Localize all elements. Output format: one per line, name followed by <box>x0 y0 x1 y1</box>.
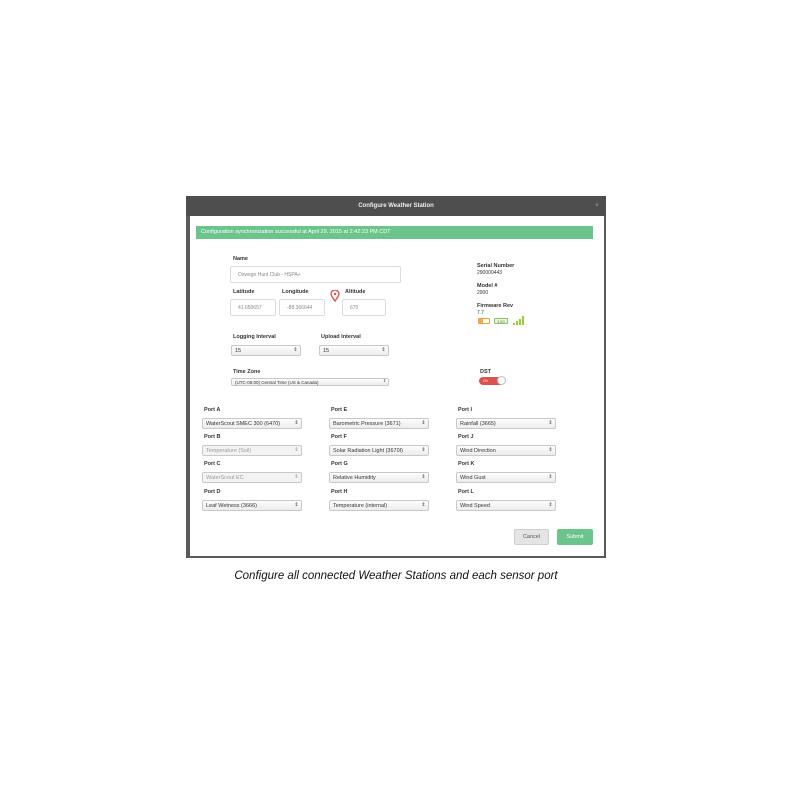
port-j-select[interactable]: Wind Direction <box>456 445 556 456</box>
name-label: Name <box>233 256 248 262</box>
port-k-select[interactable]: Wind Gust <box>456 472 556 483</box>
dst-toggle-state: On <box>483 379 488 383</box>
port-label: Port I <box>458 407 473 413</box>
up-down-arrow-icon: ⇕ <box>421 474 426 480</box>
altitude-input[interactable]: 670 <box>342 299 386 316</box>
sync-success-banner: Configuration synchronization successful… <box>196 226 593 239</box>
latitude-label: Latitude <box>233 289 255 295</box>
time-zone-label: Time Zone <box>233 369 261 375</box>
upload-interval-label: Upload Interval <box>321 334 361 340</box>
close-icon[interactable]: × <box>592 196 602 216</box>
port-i-select[interactable]: Rainfall (3665) <box>456 418 556 429</box>
up-down-arrow-icon: ⇕ <box>548 474 553 480</box>
port-label: Port C <box>204 461 221 467</box>
up-down-arrow-icon: ⇕ <box>382 378 387 383</box>
serial-number-value: 290000443 <box>477 270 503 276</box>
port-e-select[interactable]: Barometric Pressure (3671) <box>329 418 429 429</box>
up-down-arrow-icon: ⇕ <box>548 447 553 453</box>
port-f-select[interactable]: Solar Radiation Light (3670I) <box>329 445 429 456</box>
dialog-title: Configure Weather Station <box>358 203 434 209</box>
up-down-arrow-icon: ⇕ <box>293 347 298 353</box>
port-label: Port G <box>331 461 348 467</box>
port-a-select[interactable]: WaterScout SMEC 300 (6470) <box>202 418 302 429</box>
port-label: Port E <box>331 407 348 413</box>
up-down-arrow-icon: ⇕ <box>294 474 299 480</box>
up-down-arrow-icon: ⇕ <box>294 502 299 508</box>
port-h-select[interactable]: Temperature (internal) <box>329 500 429 511</box>
port-c-select[interactable]: WaterScout EC <box>202 472 302 483</box>
time-zone-select[interactable]: (UTC-06:00) Central Time (US & Canada) <box>231 378 389 386</box>
port-l-select[interactable]: Wind Speed <box>456 500 556 511</box>
map-pin-icon[interactable] <box>330 290 340 302</box>
altitude-label: Altitude <box>345 289 366 295</box>
port-label: Port H <box>331 489 348 495</box>
up-down-arrow-icon: ⇕ <box>421 447 426 453</box>
logging-interval-select[interactable]: 15 <box>231 345 301 356</box>
network-type-badge: 3.0G <box>494 318 508 324</box>
dst-label: DST <box>480 369 491 375</box>
name-input[interactable]: Oswego Hunt Club - HSPA+ <box>230 266 401 283</box>
port-label: Port A <box>204 407 221 413</box>
submit-button[interactable]: Submit <box>557 529 593 545</box>
signal-strength-icon <box>513 316 524 325</box>
port-g-select[interactable]: Relative Humidity <box>329 472 429 483</box>
serial-number-label: Serial Number <box>477 263 515 269</box>
figure-caption: Configure all connected Weather Stations… <box>234 570 558 582</box>
upload-interval-select[interactable]: 15 <box>319 345 389 356</box>
up-down-arrow-icon: ⇕ <box>548 420 553 426</box>
up-down-arrow-icon: ⇕ <box>294 447 299 453</box>
port-label: Port J <box>458 434 474 440</box>
longitude-label: Longitude <box>282 289 309 295</box>
cancel-button[interactable]: Cancel <box>514 529 549 545</box>
latitude-input[interactable]: 41.650657 <box>230 299 276 316</box>
port-label: Port D <box>204 489 221 495</box>
model-label: Model # <box>477 283 498 289</box>
up-down-arrow-icon: ⇕ <box>294 420 299 426</box>
battery-icon <box>478 318 490 324</box>
up-down-arrow-icon: ⇕ <box>421 502 426 508</box>
up-down-arrow-icon: ⇕ <box>548 502 553 508</box>
port-d-select[interactable]: Leaf Wetness (3666) <box>202 500 302 511</box>
port-label: Port K <box>458 461 475 467</box>
up-down-arrow-icon: ⇕ <box>381 347 386 353</box>
port-label: Port F <box>331 434 347 440</box>
firmware-value: 7.7 <box>477 310 484 316</box>
port-b-select[interactable]: Temperature (Soil) <box>202 445 302 456</box>
port-label: Port B <box>204 434 221 440</box>
model-value: 2900 <box>477 290 489 296</box>
dst-toggle-knob[interactable] <box>497 376 506 385</box>
port-label: Port L <box>458 489 474 495</box>
firmware-label: Firmware Rev <box>477 303 514 309</box>
logging-interval-label: Logging Interval <box>233 334 276 340</box>
up-down-arrow-icon: ⇕ <box>421 420 426 426</box>
longitude-input[interactable]: -88.366644 <box>279 299 325 316</box>
